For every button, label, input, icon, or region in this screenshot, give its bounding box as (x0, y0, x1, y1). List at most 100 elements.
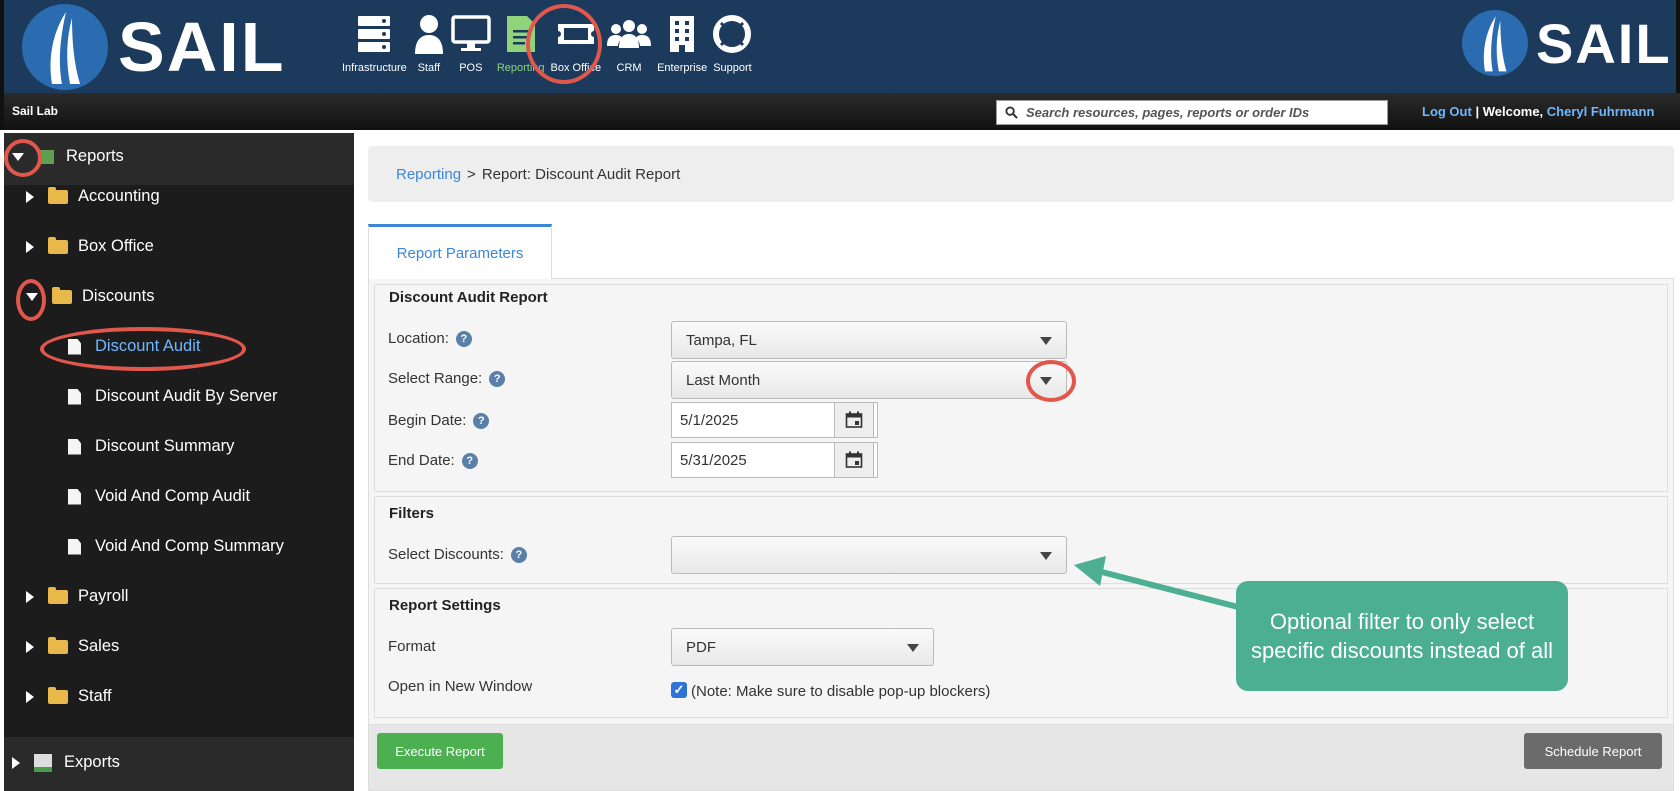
nav-enterprise[interactable]: Enterprise (657, 12, 707, 82)
nav-label: CRM (616, 62, 642, 74)
user-area: Log Out | Welcome, Cheryl Fuhrmann (1422, 104, 1654, 119)
tree-folder-sales[interactable]: Sales (26, 636, 120, 656)
end-date-label: End Date:? (388, 452, 478, 469)
select-value: Tampa, FL (686, 331, 757, 349)
button-label: Schedule Report (1544, 743, 1642, 759)
tree-label: Exports (64, 753, 120, 771)
tree-report-void-comp-summary[interactable]: Void And Comp Summary (68, 537, 284, 556)
folder-icon (48, 186, 68, 204)
annotation-callout: Optional filter to only select specific … (1236, 581, 1568, 691)
root-toggle-highlight-ring (4, 139, 42, 177)
people-group-icon (607, 12, 652, 56)
tree-label: Box Office (78, 237, 154, 255)
document-icon (68, 438, 81, 455)
lifebuoy-icon (713, 12, 752, 56)
help-icon[interactable]: ? (461, 452, 478, 469)
discounts-select[interactable] (671, 536, 1067, 574)
nav-staff[interactable]: Staff (413, 12, 445, 82)
tree-report-void-comp-audit[interactable]: Void And Comp Audit (68, 487, 250, 506)
tree-report-discount-summary[interactable]: Discount Summary (68, 437, 234, 456)
site-name: Sail Lab (12, 104, 59, 118)
building-icon (667, 12, 697, 56)
tree-label: Void And Comp Summary (95, 537, 284, 555)
tree-label: Sales (78, 637, 120, 655)
field-label: End Date: (388, 452, 455, 469)
person-icon (413, 12, 445, 56)
new-window-label: Open in New Window (388, 678, 532, 695)
welcome-text: Welcome, (1482, 104, 1544, 119)
nav-crm[interactable]: CRM (607, 12, 652, 82)
excel-export-icon (34, 753, 52, 772)
help-icon[interactable]: ? (455, 330, 472, 347)
range-caret-highlight-ring (1026, 360, 1076, 402)
document-icon (68, 538, 81, 555)
expand-toggle-icon[interactable] (26, 640, 34, 653)
field-label: Select Discounts: (388, 546, 504, 563)
tree-folder-accounting[interactable]: Accounting (26, 186, 160, 206)
field-label: Open in New Window (388, 678, 533, 695)
tree-report-discount-audit-by-server[interactable]: Discount Audit By Server (68, 387, 278, 406)
expand-toggle-icon[interactable] (12, 756, 20, 769)
section-title: Discount Audit Report (389, 289, 548, 306)
tree-folder-payroll[interactable]: Payroll (26, 586, 128, 606)
site-bar: Sail Lab Search resources, pages, report… (0, 93, 1680, 130)
open-folder-icon (52, 286, 72, 304)
tree-root-exports[interactable]: Exports (12, 753, 120, 772)
expand-toggle-icon[interactable] (26, 590, 34, 603)
range-select[interactable]: Last Month (671, 361, 1067, 399)
nav-label: POS (459, 62, 483, 74)
tab-report-parameters[interactable]: Report Parameters (368, 224, 552, 279)
breadcrumb: Reporting > Report: Discount Audit Repor… (368, 146, 1674, 202)
breadcrumb-reporting-link[interactable]: Reporting (396, 166, 461, 183)
report-tree-sidebar: Reports Accounting Box Office Discounts … (4, 133, 354, 791)
sail-logo[interactable]: SAIL (22, 4, 285, 90)
top-navigation-bar: SAIL Infrastructure Staff POS Reporting … (0, 0, 1680, 93)
tree-folder-box-office[interactable]: Box Office (26, 236, 154, 256)
expand-toggle-icon[interactable] (26, 240, 34, 253)
nav-support[interactable]: Support (713, 12, 752, 82)
help-icon[interactable]: ? (473, 412, 490, 429)
calendar-icon (845, 411, 863, 428)
format-select[interactable]: PDF (671, 628, 934, 666)
expand-toggle-icon[interactable] (26, 190, 34, 203)
folder-icon (48, 236, 68, 254)
user-name-link[interactable]: Cheryl Fuhrmann (1547, 104, 1655, 119)
expand-toggle-icon[interactable] (26, 690, 34, 703)
field-label: Format (388, 638, 436, 655)
popup-note: (Note: Make sure to disable pop-up block… (691, 683, 991, 700)
sail-logo-icon (22, 4, 108, 90)
global-search-input[interactable]: Search resources, pages, reports or orde… (996, 100, 1388, 125)
chevron-down-icon (907, 644, 919, 652)
schedule-report-button[interactable]: Schedule Report (1524, 733, 1662, 769)
tree-label: Accounting (78, 187, 160, 205)
calendar-icon (845, 451, 863, 468)
tree-label: Reports (66, 147, 124, 165)
tree-folder-staff[interactable]: Staff (26, 686, 112, 706)
tab-label: Report Parameters (396, 244, 524, 262)
execute-report-button[interactable]: Execute Report (377, 733, 503, 769)
select-value: PDF (686, 638, 716, 656)
nav-label: Infrastructure (342, 62, 407, 74)
logout-link[interactable]: Log Out (1422, 104, 1472, 119)
range-label: Select Range:? (388, 370, 506, 387)
folder-icon (48, 686, 68, 704)
tree-label: Discount Audit By Server (95, 387, 278, 405)
begin-date-picker-button[interactable] (834, 402, 874, 438)
reporting-highlight-ring (526, 4, 602, 84)
breadcrumb-separator: > (467, 165, 476, 183)
section-title: Report Settings (389, 597, 501, 614)
discounts-toggle-highlight-ring (16, 279, 46, 321)
location-label: Location:? (388, 330, 472, 347)
select-value: Last Month (686, 371, 761, 389)
nav-label: Enterprise (657, 62, 708, 74)
location-select[interactable]: Tampa, FL (671, 321, 1067, 359)
begin-date-label: Begin Date:? (388, 412, 490, 429)
help-icon[interactable]: ? (510, 546, 527, 563)
help-icon[interactable]: ? (489, 370, 506, 387)
nav-infrastructure[interactable]: Infrastructure (342, 12, 407, 82)
new-window-checkbox[interactable]: ✓ (671, 682, 687, 698)
input-value: 5/1/2025 (680, 411, 739, 429)
folder-icon (48, 636, 68, 654)
end-date-picker-button[interactable] (834, 442, 874, 478)
nav-pos[interactable]: POS (451, 12, 491, 82)
